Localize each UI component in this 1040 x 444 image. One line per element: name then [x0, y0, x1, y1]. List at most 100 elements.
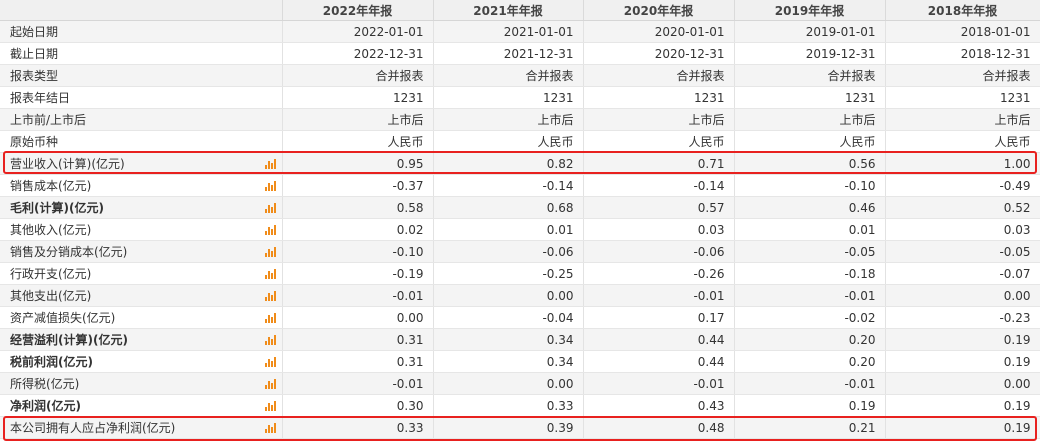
- bar-chart-icon[interactable]: [264, 356, 276, 367]
- table-row: 行政开支(亿元) -0.19 -0.25 -0.26 -0.18 -0.07: [0, 262, 1040, 285]
- value-cell: 0.19: [885, 394, 1040, 417]
- bar-chart-icon[interactable]: [264, 334, 276, 345]
- header-year-2018[interactable]: 2018年年报: [885, 0, 1040, 21]
- value-cell: 上市后: [282, 108, 434, 131]
- table-row: 资产减值损失(亿元) 0.00 -0.04 0.17 -0.02 -0.23: [0, 306, 1040, 329]
- header-year-2022[interactable]: 2022年年报: [282, 0, 434, 21]
- header-year-2020[interactable]: 2020年年报: [583, 0, 735, 21]
- table-row: 净利润(亿元) 0.30 0.33 0.43 0.19 0.19: [0, 394, 1040, 417]
- value-cell: 0.00: [885, 284, 1040, 307]
- value-cell: 0.00: [282, 306, 434, 329]
- value-cell: 0.19: [885, 328, 1040, 351]
- table-row: 毛利(计算)(亿元) 0.58 0.68 0.57 0.46 0.52: [0, 196, 1040, 219]
- value-cell: 0.39: [433, 416, 584, 439]
- value-cell: -0.01: [583, 284, 735, 307]
- value-cell: 0.52: [885, 196, 1040, 219]
- header-label-cell: [0, 0, 283, 21]
- row-label: 经营溢利(计算)(亿元): [10, 333, 128, 347]
- row-label-cell: 销售及分销成本(亿元): [0, 240, 283, 263]
- value-cell: 0.44: [583, 328, 735, 351]
- table-row: 经营溢利(计算)(亿元) 0.31 0.34 0.44 0.20 0.19: [0, 328, 1040, 351]
- value-cell: 0.30: [282, 394, 434, 417]
- value-cell: 人民币: [734, 130, 886, 153]
- table-row: 销售及分销成本(亿元) -0.10 -0.06 -0.06 -0.05 -0.05: [0, 240, 1040, 263]
- value-cell: 0.58: [282, 196, 434, 219]
- row-label-cell: 报表年结日: [0, 86, 283, 109]
- value-cell: 0.68: [433, 196, 584, 219]
- row-label-cell: 毛利(计算)(亿元): [0, 196, 283, 219]
- row-label-cell: 所得税(亿元): [0, 372, 283, 395]
- bar-chart-icon[interactable]: [264, 290, 276, 301]
- value-cell: -0.19: [282, 262, 434, 285]
- row-label-cell: 截止日期: [0, 42, 283, 65]
- bar-chart-icon[interactable]: [264, 268, 276, 279]
- value-cell: 0.00: [433, 284, 584, 307]
- financial-report-table: 2022年年报 2021年年报 2020年年报 2019年年报 2018年年报 …: [0, 0, 1040, 439]
- bar-chart-icon[interactable]: [264, 180, 276, 191]
- value-cell: 2022-01-01: [282, 20, 434, 43]
- value-cell: 0.19: [885, 416, 1040, 439]
- value-cell: 0.57: [583, 196, 735, 219]
- value-cell: 0.43: [583, 394, 735, 417]
- bar-chart-icon[interactable]: [264, 422, 276, 433]
- value-cell: -0.05: [885, 240, 1040, 263]
- bar-chart-icon[interactable]: [264, 312, 276, 323]
- value-cell: 0.95: [282, 152, 434, 175]
- value-cell: 0.71: [583, 152, 735, 175]
- value-cell: -0.04: [433, 306, 584, 329]
- value-cell: -0.01: [734, 372, 886, 395]
- bar-chart-icon[interactable]: [264, 202, 276, 213]
- value-cell: 0.19: [885, 350, 1040, 373]
- row-label: 所得税(亿元): [10, 377, 80, 391]
- value-cell: 人民币: [583, 130, 735, 153]
- value-cell: 0.46: [734, 196, 886, 219]
- header-year-2019[interactable]: 2019年年报: [734, 0, 886, 21]
- value-cell: 上市后: [583, 108, 735, 131]
- row-label-cell: 销售成本(亿元): [0, 174, 283, 197]
- bar-chart-icon[interactable]: [264, 158, 276, 169]
- row-label: 营业收入(计算)(亿元): [10, 157, 125, 171]
- value-cell: -0.25: [433, 262, 584, 285]
- value-cell: 0.02: [282, 218, 434, 241]
- value-cell: 1231: [885, 86, 1040, 109]
- row-label: 税前利润(亿元): [10, 355, 93, 369]
- value-cell: -0.01: [282, 372, 434, 395]
- bar-chart-icon[interactable]: [264, 400, 276, 411]
- value-cell: 0.20: [734, 328, 886, 351]
- row-label: 上市前/上市后: [10, 113, 87, 127]
- value-cell: 1231: [734, 86, 886, 109]
- row-label-cell: 行政开支(亿元): [0, 262, 283, 285]
- row-label: 行政开支(亿元): [10, 267, 92, 281]
- row-label: 其他支出(亿元): [10, 289, 92, 303]
- value-cell: 上市后: [433, 108, 584, 131]
- row-label: 资产减值损失(亿元): [10, 311, 116, 325]
- table-row: 报表类型 合并报表 合并报表 合并报表 合并报表 合并报表: [0, 64, 1040, 87]
- row-label-cell: 其他支出(亿元): [0, 284, 283, 307]
- value-cell: 0.00: [885, 372, 1040, 395]
- table-row: 报表年结日 1231 1231 1231 1231 1231: [0, 86, 1040, 109]
- row-label: 净利润(亿元): [10, 399, 81, 413]
- value-cell: 0.31: [282, 328, 434, 351]
- value-cell: 0.01: [433, 218, 584, 241]
- value-cell: -0.06: [433, 240, 584, 263]
- value-cell: 2020-12-31: [583, 42, 735, 65]
- row-label: 报表年结日: [10, 91, 71, 105]
- value-cell: 2021-12-31: [433, 42, 584, 65]
- bar-chart-icon[interactable]: [264, 224, 276, 235]
- value-cell: 1231: [282, 86, 434, 109]
- value-cell: 人民币: [885, 130, 1040, 153]
- value-cell: -0.14: [583, 174, 735, 197]
- value-cell: 0.34: [433, 350, 584, 373]
- value-cell: 0.44: [583, 350, 735, 373]
- row-label: 本公司拥有人应占净利润(亿元): [10, 421, 176, 435]
- row-label: 毛利(计算)(亿元): [10, 201, 104, 215]
- bar-chart-icon[interactable]: [264, 246, 276, 257]
- table-row: 上市前/上市后 上市后 上市后 上市后 上市后 上市后: [0, 108, 1040, 131]
- table-row: 其他支出(亿元) -0.01 0.00 -0.01 -0.01 0.00: [0, 284, 1040, 307]
- value-cell: 0.34: [433, 328, 584, 351]
- table-row: 其他收入(亿元) 0.02 0.01 0.03 0.01 0.03: [0, 218, 1040, 241]
- header-year-2021[interactable]: 2021年年报: [433, 0, 584, 21]
- bar-chart-icon[interactable]: [264, 378, 276, 389]
- row-label-cell: 营业收入(计算)(亿元): [0, 152, 283, 175]
- row-label-cell: 税前利润(亿元): [0, 350, 283, 373]
